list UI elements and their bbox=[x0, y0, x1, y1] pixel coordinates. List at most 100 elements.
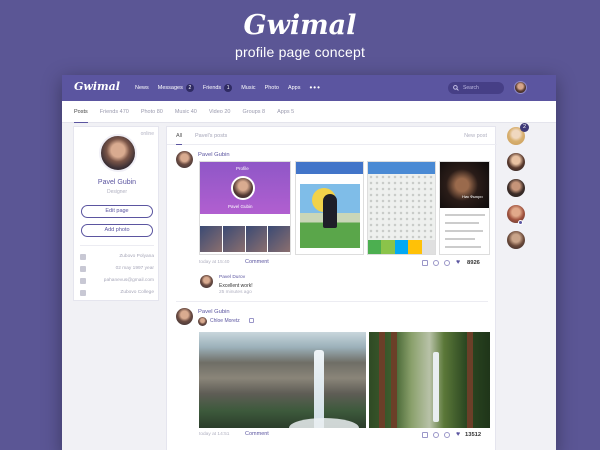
nav-label: Messages bbox=[157, 85, 183, 91]
list-line bbox=[445, 238, 475, 240]
nav-item-messages[interactable]: Messages 2 bbox=[158, 84, 194, 92]
post-author[interactable]: Pavel Gubin bbox=[198, 309, 230, 315]
repost-icon[interactable] bbox=[433, 432, 439, 438]
post-author[interactable]: Pavel Gubin bbox=[198, 152, 230, 158]
nav-item-friends[interactable]: Friends 1 bbox=[202, 84, 233, 92]
new-post-button[interactable]: New post bbox=[464, 127, 487, 145]
top-bar: Gwimal News Messages 2 Friends 1 Music Pho… bbox=[62, 75, 556, 101]
feed: All Pavel's posts New post Pavel Gubin P… bbox=[166, 126, 497, 450]
tab-music[interactable]: Music 40 bbox=[175, 101, 197, 123]
messenger-header bbox=[368, 162, 435, 174]
screenshot-vk-app[interactable] bbox=[295, 161, 364, 255]
friend-avatar[interactable] bbox=[507, 153, 525, 171]
screenshot-avatar bbox=[231, 176, 255, 200]
more-menu-icon[interactable]: ••• bbox=[309, 84, 320, 92]
smile-icon[interactable] bbox=[444, 432, 450, 438]
nav-item-music[interactable]: Music bbox=[241, 85, 255, 91]
post-time: today at 15:40 bbox=[199, 260, 230, 265]
vk-header bbox=[296, 162, 363, 174]
tree-trunk bbox=[467, 332, 473, 428]
friend-avatar[interactable] bbox=[507, 231, 525, 249]
nav-item-photo[interactable]: Photo bbox=[265, 85, 279, 91]
profile-tabs: Posts Friends 470 Photo 80 Music 40 Vide… bbox=[62, 101, 556, 123]
screenshot-movie-app[interactable]: Ник Фьюри bbox=[439, 161, 490, 255]
nav-label: Photo bbox=[264, 85, 279, 91]
tab-video[interactable]: Video 20 bbox=[209, 101, 231, 123]
post-author-avatar[interactable] bbox=[176, 151, 193, 168]
post-divider bbox=[176, 301, 488, 302]
search-box[interactable] bbox=[448, 82, 504, 94]
friend-avatar[interactable]: 2 bbox=[507, 123, 529, 145]
info-row-education: Zubovo College bbox=[80, 288, 154, 297]
info-row-email: pahanevus@gmail.com bbox=[80, 276, 154, 285]
profile-avatar[interactable] bbox=[99, 134, 137, 172]
repost-icon[interactable] bbox=[249, 318, 254, 323]
waterfall-shape bbox=[314, 350, 324, 428]
heart-icon[interactable]: ♥ bbox=[456, 431, 460, 438]
info-education: Zubovo College bbox=[120, 290, 154, 295]
feed-tab-all[interactable]: All bbox=[176, 127, 183, 145]
friends-rail: 2 bbox=[504, 123, 554, 327]
repost-icon[interactable] bbox=[433, 260, 439, 266]
nav-label: Friends bbox=[202, 85, 222, 91]
screenshot-profile-name: Pavel Gubin bbox=[228, 204, 253, 209]
comment-text: Excellent work! bbox=[219, 283, 253, 289]
tab-groups[interactable]: Groups 8 bbox=[242, 101, 265, 123]
waterfall-shape bbox=[433, 352, 439, 422]
graduation-icon bbox=[80, 289, 86, 296]
commenter-avatar[interactable] bbox=[200, 275, 213, 288]
calendar-icon bbox=[80, 265, 86, 272]
post-author-avatar[interactable] bbox=[176, 308, 193, 325]
tab-friends[interactable]: Friends 470 bbox=[100, 101, 129, 123]
post-time: today at 14:51 bbox=[199, 432, 230, 437]
user-avatar[interactable] bbox=[514, 81, 527, 94]
edit-page-button[interactable]: Edit page bbox=[81, 205, 153, 218]
comment-button[interactable]: Comment bbox=[245, 431, 269, 437]
app-logo[interactable]: Gwimal bbox=[74, 80, 120, 93]
tagged-user-avatar[interactable] bbox=[198, 317, 207, 326]
info-row-birthday: 02 may 1997 year bbox=[80, 264, 154, 273]
screenshot-messenger[interactable] bbox=[367, 161, 436, 255]
poster-title: Ник Фьюри bbox=[462, 194, 483, 199]
nav-item-news[interactable]: News bbox=[135, 85, 149, 91]
profile-card: online Pavel Gubin Designer Edit page Ad… bbox=[73, 126, 159, 301]
tab-posts[interactable]: Posts bbox=[74, 101, 88, 123]
friend-avatar[interactable] bbox=[507, 179, 525, 197]
tab-photo[interactable]: Photo 80 bbox=[141, 101, 163, 123]
share-icon[interactable] bbox=[422, 260, 428, 266]
info-city: Zubovo Polyana bbox=[119, 254, 154, 259]
profile-role: Designer bbox=[106, 189, 127, 195]
friends-badge: 1 bbox=[224, 84, 233, 92]
waterfall-photo-left[interactable] bbox=[199, 332, 366, 428]
waterfall-photo-right[interactable] bbox=[369, 332, 490, 428]
hero-subtitle: profile page concept bbox=[234, 44, 366, 60]
tagged-user[interactable]: Chloe Moretz bbox=[210, 318, 240, 324]
info-birthday: 02 may 1997 year bbox=[115, 266, 154, 271]
divider bbox=[80, 245, 154, 246]
list-line bbox=[445, 230, 483, 232]
feed-tab-own-posts[interactable]: Pavel's posts bbox=[195, 127, 227, 145]
messages-badge: 2 bbox=[185, 84, 194, 92]
share-icon[interactable] bbox=[422, 432, 428, 438]
search-icon bbox=[453, 85, 459, 91]
screenshot-profile-app[interactable]: Profile Pavel Gubin bbox=[199, 161, 291, 255]
online-status: online bbox=[140, 131, 154, 137]
movie-poster bbox=[440, 162, 489, 208]
add-photo-button[interactable]: Add photo bbox=[81, 224, 153, 237]
list-line bbox=[445, 214, 485, 216]
commenter-name[interactable]: Pavel Durov bbox=[219, 275, 245, 280]
info-email[interactable]: pahanevus@gmail.com bbox=[104, 278, 154, 283]
heart-icon[interactable]: ♥ bbox=[456, 259, 460, 266]
comment-button[interactable]: Comment bbox=[245, 259, 269, 265]
tree-trunk bbox=[391, 332, 397, 428]
chat-pattern bbox=[368, 174, 435, 244]
building-icon bbox=[80, 253, 86, 260]
nav-item-apps[interactable]: Apps bbox=[288, 85, 301, 91]
mist-shape bbox=[289, 418, 359, 428]
screenshot-photo-strip bbox=[200, 226, 290, 252]
smile-icon[interactable] bbox=[444, 260, 450, 266]
figure-shape bbox=[323, 194, 337, 228]
tab-apps[interactable]: Apps 5 bbox=[277, 101, 294, 123]
search-input[interactable] bbox=[463, 85, 503, 91]
profile-name: Pavel Gubin bbox=[97, 179, 137, 186]
